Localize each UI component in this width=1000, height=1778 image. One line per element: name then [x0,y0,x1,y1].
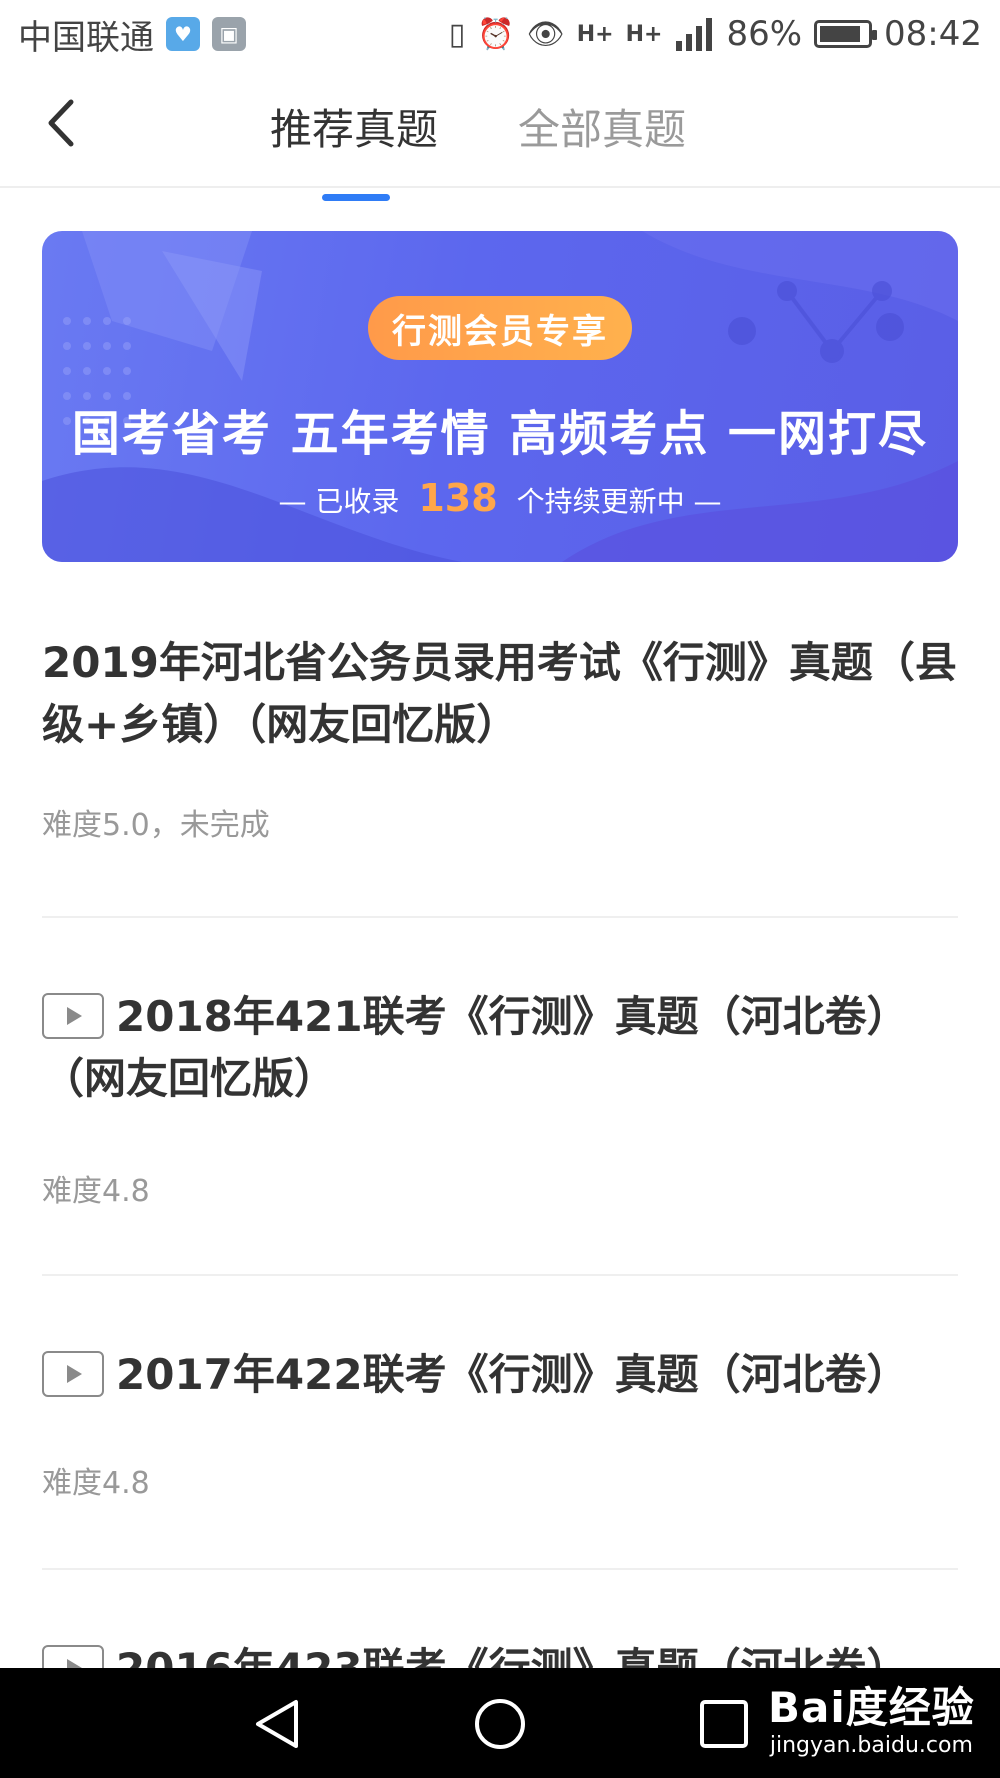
list-item[interactable]: 2019年河北省公务员录用考试《行测》真题（县级+乡镇）（网友回忆版） 难度5.… [42,590,958,918]
banner-member-badge: 行测会员专享 [368,296,632,360]
network-type-1: H+ [576,21,614,47]
clock: 08:42 [884,14,982,54]
nav-home-icon[interactable] [472,1696,528,1752]
tab-recommended[interactable]: 推荐真题 [270,96,439,201]
chevron-left-icon [48,99,74,147]
active-tab-indicator [322,194,390,201]
banner-sub-prefix: — 已收录 [278,485,400,518]
baidu-jingyan-watermark: Bai度经验 jingyan.baidu.com [768,1674,975,1758]
vibrate-icon: ▯ [448,16,466,52]
gallery-app-icon: ▣ [212,17,246,51]
tab-all[interactable]: 全部真题 [518,96,686,157]
banner-count: 138 [418,476,498,520]
status-bar: 中国联通 ♥ ▣ ▯ ⏰ 👁 H+ H+ 86% 08:42 [0,0,1000,68]
nav-recent-apps-icon[interactable] [696,1696,752,1752]
status-left: 中国联通 ♥ ▣ [18,10,246,59]
tab-bar: 推荐真题 全部真题 [270,96,686,201]
promo-banner[interactable]: 行测会员专享 国考省考 五年考情 高频考点 一网打尽 — 已收录 138 个持续… [42,231,958,562]
watermark-brand: Bai度经验 [768,1683,975,1732]
item-meta: 难度4.8 [42,1466,150,1501]
watermark-url: jingyan.baidu.com [769,1733,973,1758]
list-item[interactable]: 2017年422联考《行测》真题（河北卷） 难度4.8 [42,1276,958,1570]
signal-icon [676,18,713,51]
item-title-text: 2017年422联考《行测》真题（河北卷） [116,1350,909,1399]
battery-percent: 86% [726,14,803,54]
battery-icon [814,20,878,48]
exam-list: 2019年河北省公务员录用考试《行测》真题（县级+乡镇）（网友回忆版） 难度5.… [42,590,958,1770]
network-type-2: H+ [625,21,663,47]
item-meta: 难度5.0，未完成 [42,808,270,843]
banner-sub-suffix: 个持续更新中 — [516,485,722,518]
back-button[interactable] [30,93,90,153]
play-icon [67,1364,82,1383]
item-title: 2017年422联考《行测》真题（河北卷） [42,1344,958,1406]
item-title: 2019年河北省公务员录用考试《行测》真题（县级+乡镇）（网友回忆版） [42,638,957,749]
video-badge [42,1350,104,1397]
eye-icon: 👁 [526,16,565,52]
carrier-name: 中国联通 [18,17,154,58]
item-meta: 难度4.8 [42,1174,150,1209]
health-app-icon: ♥ [166,17,200,51]
alarm-icon: ⏰ [477,16,515,52]
banner-subtitle: — 已收录 138 个持续更新中 — [42,476,958,520]
list-item[interactable]: 2018年421联考《行测》真题（河北卷）（网友回忆版） 难度4.8 [42,918,958,1276]
play-icon [67,1006,82,1025]
nav-back-icon[interactable] [250,1696,306,1752]
item-title-text: 2018年421联考《行测》真题（河北卷）（网友回忆版） [42,992,909,1103]
system-nav-bar: Bai度经验 jingyan.baidu.com [0,1668,1000,1778]
item-title: 2018年421联考《行测》真题（河北卷）（网友回忆版） [42,986,958,1110]
tab-recommended-label: 推荐真题 [270,105,439,154]
top-header: 推荐真题 全部真题 [0,68,1000,201]
banner-title: 国考省考 五年考情 高频考点 一网打尽 [71,406,929,462]
tab-all-label: 全部真题 [518,105,687,154]
video-badge [42,992,104,1039]
status-right: ▯ ⏰ 👁 H+ H+ 86% 08:42 [449,14,982,54]
